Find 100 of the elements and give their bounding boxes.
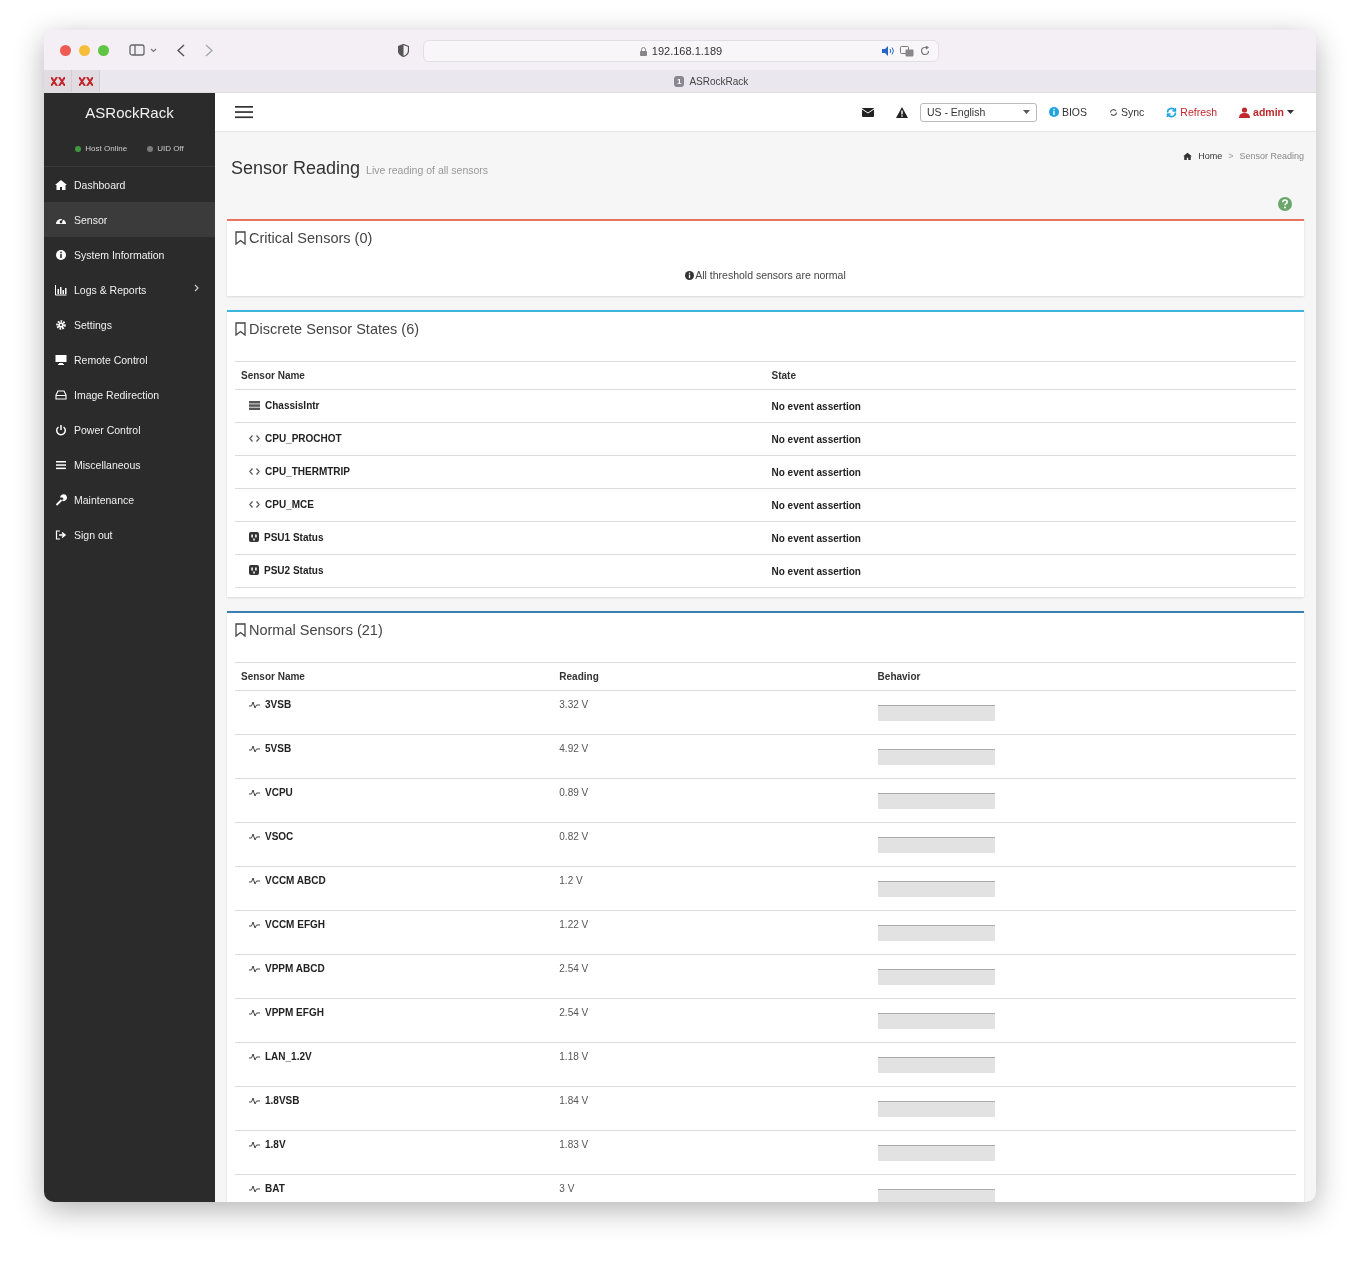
sensor-state: No event assertion <box>765 521 1296 555</box>
sensor-reading: 3 V <box>559 1183 575 1194</box>
sensor-name: VCCM ABCD <box>265 875 326 886</box>
nav-item[interactable]: Settings <box>44 307 215 342</box>
nav-item[interactable]: Maintenance <box>44 482 215 517</box>
pinned-tab[interactable] <box>44 70 72 92</box>
sync-icon <box>1108 107 1118 117</box>
pulse-icon <box>249 920 260 929</box>
nav-item[interactable]: Sensor <box>44 202 215 237</box>
nav-item[interactable]: Sign out <box>44 517 215 552</box>
sensor-reading: 3.32 V <box>559 699 589 710</box>
column-header: Sensor Name <box>235 662 554 691</box>
sensor-reading: 1.84 V <box>559 1095 589 1106</box>
address-bar[interactable]: 192.168.1.189 <box>423 40 939 62</box>
translate-icon[interactable] <box>900 45 914 57</box>
toolbar-button[interactable]: Refresh <box>1166 106 1218 118</box>
panel-title: Discrete Sensor States (6) <box>249 321 420 337</box>
pulse-icon <box>249 1052 260 1061</box>
pinned-tab[interactable] <box>72 70 100 92</box>
sensor-reading: 1.22 V <box>559 919 589 930</box>
pulse-icon <box>249 1184 260 1193</box>
sensor-reading: 2.54 V <box>559 963 589 974</box>
page-title: Sensor Reading <box>231 158 361 179</box>
reload-icon[interactable] <box>920 46 930 56</box>
caret-icon <box>1287 110 1294 114</box>
column-header: Reading <box>553 662 872 691</box>
sensor-state: No event assertion <box>765 488 1296 522</box>
sidebar-toggle-icon[interactable] <box>129 44 145 56</box>
pulse-icon <box>249 1140 260 1149</box>
column-header: Sensor Name <box>235 361 766 390</box>
sign-out-icon <box>55 528 67 541</box>
lock-icon <box>639 46 647 56</box>
bookmark-icon <box>235 623 246 637</box>
pulse-icon <box>249 744 260 753</box>
sensor-name: 1.8VSB <box>265 1095 300 1106</box>
language-select[interactable]: US - English <box>919 102 1037 122</box>
status-label: Host Online <box>85 144 128 153</box>
sensor-name: 5VSB <box>265 743 292 754</box>
chevron-right-icon <box>194 284 199 292</box>
caret-icon <box>1022 110 1030 114</box>
nav-item[interactable]: Dashboard <box>44 167 215 202</box>
close-window-button[interactable] <box>60 44 71 56</box>
code-arrows-icon <box>249 467 260 476</box>
sensor-name: CPU_MCE <box>265 499 314 510</box>
sensor-reading: 1.18 V <box>559 1051 589 1062</box>
sensor-state: No event assertion <box>765 389 1296 423</box>
sensor-name: VSOC <box>265 831 294 842</box>
power-icon <box>55 423 67 436</box>
column-header: State <box>765 361 1296 390</box>
breadcrumb-separator: > <box>1228 151 1234 161</box>
status-message: All threshold sensors are normal <box>695 269 846 281</box>
help-icon[interactable] <box>1278 197 1292 211</box>
tab-title[interactable]: ASRockRack <box>689 75 749 87</box>
code-arrows-icon <box>249 500 260 509</box>
cross-mark-icon <box>50 76 65 86</box>
pulse-icon <box>249 964 260 973</box>
pulse-icon <box>249 832 260 841</box>
menu-icon[interactable] <box>235 105 253 119</box>
toolbar-button[interactable]: admin <box>1239 106 1294 118</box>
sensor-name: CPU_PROCHOT <box>265 433 342 444</box>
pulse-icon <box>249 1008 260 1017</box>
drive-icon <box>55 388 67 401</box>
chevron-down-icon[interactable] <box>150 47 157 53</box>
nav-item[interactable]: Logs & Reports <box>44 272 215 307</box>
sensor-name: VPPM ABCD <box>265 963 325 974</box>
shield-icon[interactable] <box>398 43 409 57</box>
nav-item[interactable]: Miscellaneous <box>44 447 215 482</box>
nav-item[interactable]: Image Redirection <box>44 377 215 412</box>
info-icon <box>685 270 695 280</box>
sensor-reading: 0.89 V <box>559 787 589 798</box>
breadcrumb-current: Sensor Reading <box>1239 151 1304 161</box>
toolbar-button[interactable]: BIOS <box>1048 106 1087 118</box>
tab-count-badge: 1 <box>674 75 685 87</box>
sensor-state: No event assertion <box>765 422 1296 456</box>
monitor-icon <box>55 353 67 366</box>
sensor-name: 1.8V <box>265 1139 286 1150</box>
back-icon[interactable] <box>177 43 185 57</box>
bookmark-icon <box>235 322 246 336</box>
bar-chart-icon <box>55 283 67 296</box>
speaker-icon[interactable] <box>882 46 894 56</box>
sensor-state: No event assertion <box>765 554 1296 588</box>
sensor-name: BAT <box>265 1183 285 1194</box>
nav-item[interactable]: Power Control <box>44 412 215 447</box>
envelope-icon[interactable] <box>861 107 874 117</box>
sensor-name: LAN_1.2V <box>265 1051 312 1062</box>
power-socket-icon <box>249 532 259 543</box>
nav-item[interactable]: Remote Control <box>44 342 215 377</box>
sensor-name: PSU2 Status <box>264 564 324 576</box>
sensor-reading: 0.82 V <box>559 831 589 842</box>
nav-item[interactable]: System Information <box>44 237 215 272</box>
home-icon <box>55 178 67 191</box>
sensor-reading: 2.54 V <box>559 1007 589 1018</box>
sensor-name: CPU_THERMTRIP <box>265 466 350 477</box>
warning-icon[interactable] <box>895 106 908 118</box>
toolbar-button[interactable]: Sync <box>1108 106 1145 118</box>
sensor-reading: 1.83 V <box>559 1139 589 1150</box>
info-icon <box>55 248 67 261</box>
column-header: Behavior <box>871 662 1296 691</box>
menu-icon <box>55 458 67 471</box>
breadcrumb-link[interactable]: Home <box>1198 151 1223 161</box>
